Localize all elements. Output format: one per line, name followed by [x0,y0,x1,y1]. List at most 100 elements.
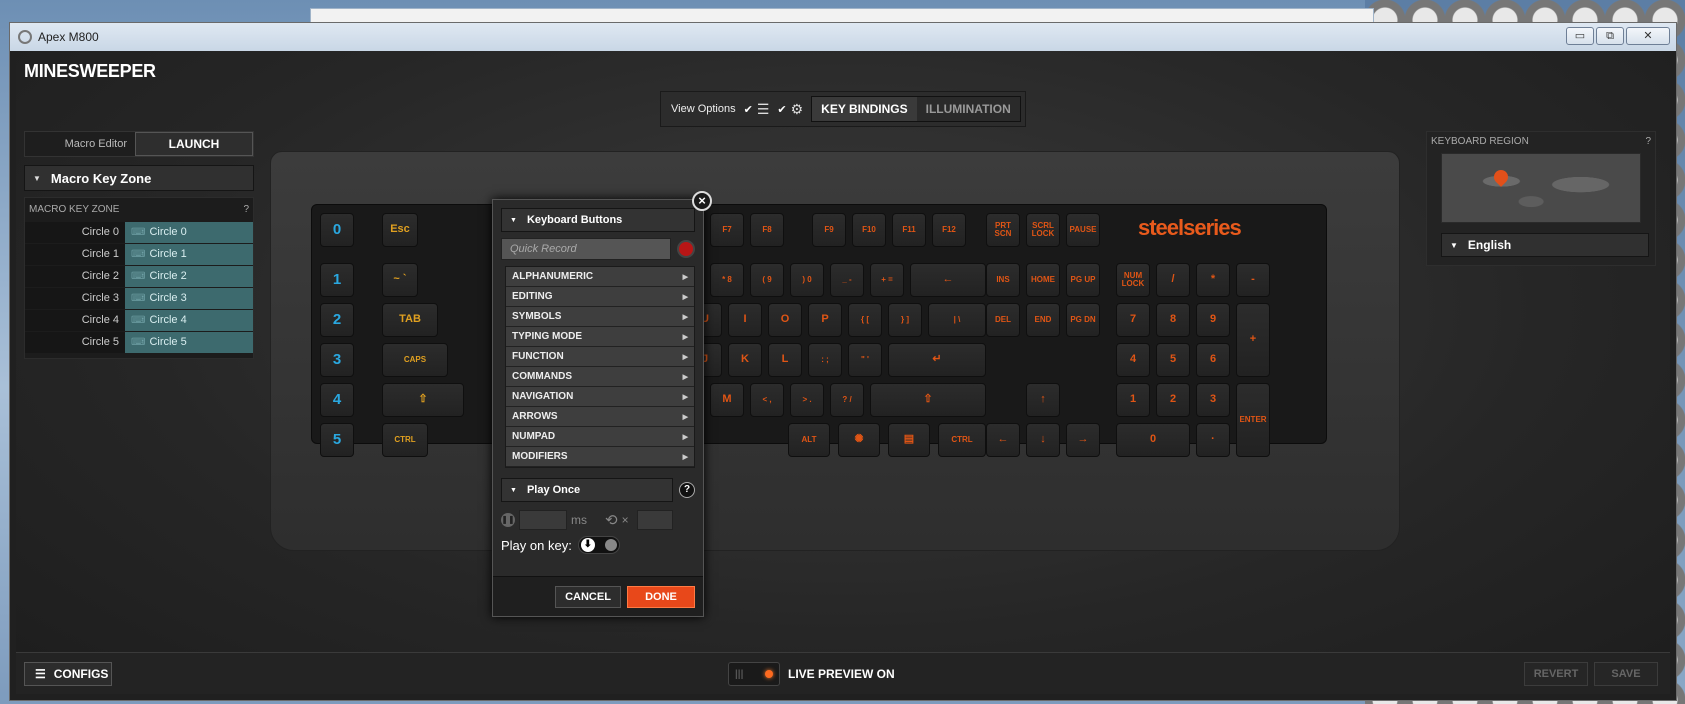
key-tilde[interactable]: ~ ` [382,263,418,297]
key-left[interactable]: ← [986,423,1020,457]
record-button[interactable] [677,240,695,258]
key-p[interactable]: P [808,303,842,337]
save-button[interactable]: SAVE [1594,662,1658,686]
key-backspace[interactable]: ← [910,263,986,297]
close-button[interactable]: ✕ [1626,27,1670,45]
key-o[interactable]: O [768,303,802,337]
world-map[interactable] [1441,153,1641,223]
macro-key-0[interactable]: 0 [320,213,354,247]
help-icon[interactable]: ? [679,482,695,498]
macro-key-4[interactable]: 4 [320,383,354,417]
key-9[interactable]: ( 9 [750,263,784,297]
category-item[interactable]: MODIFIERS ▶ [506,447,694,467]
gear-checkbox[interactable]: ✔ [777,103,786,116]
key-right-shift[interactable]: ⇧ [870,383,986,417]
key-f10[interactable]: F10 [852,213,886,247]
key-backslash[interactable]: | \ [928,303,986,337]
key-num-0[interactable]: 0 [1116,423,1190,457]
category-item[interactable]: COMMANDS ▶ [506,367,694,387]
done-button[interactable]: DONE [627,586,695,608]
category-item[interactable]: SYMBOLS ▶ [506,307,694,327]
quick-record-input[interactable]: Quick Record [501,238,671,260]
macro-row-value[interactable]: ⌨ Circle 3 [125,288,253,309]
key-pgup[interactable]: PG UP [1066,263,1100,297]
key-alt[interactable]: ALT [788,423,830,457]
key-num-enter[interactable]: ENTER [1236,383,1270,457]
key-i[interactable]: I [728,303,762,337]
macro-row-value[interactable]: ⌨ Circle 0 [125,222,253,243]
keyboard-buttons-dropdown[interactable]: ▼ Keyboard Buttons [501,208,695,232]
key-left-shift[interactable]: ⇧ [382,383,464,417]
key-down[interactable]: ↓ [1026,423,1060,457]
help-icon[interactable]: ? [1645,136,1651,147]
help-icon[interactable]: ? [243,204,249,215]
key-period[interactable]: > . [790,383,824,417]
macro-row-value[interactable]: ⌨ Circle 2 [125,266,253,287]
macro-key-1[interactable]: 1 [320,263,354,297]
configs-button[interactable]: ☰ CONFIGS [24,662,112,686]
zone-dropdown[interactable]: ▼ Macro Key Zone [24,165,254,191]
macro-key-2[interactable]: 2 [320,303,354,337]
key-quote[interactable]: " ' [848,343,882,377]
tab-illumination[interactable]: ILLUMINATION [916,97,1020,121]
macro-row-value[interactable]: ⌨ Circle 4 [125,310,253,331]
key-num-plus[interactable]: + [1236,303,1270,377]
key-8[interactable]: * 8 [710,263,744,297]
key-scrllock[interactable]: SCRL LOCK [1026,213,1060,247]
key-pgdn[interactable]: PG DN [1066,303,1100,337]
macro-key-3[interactable]: 3 [320,343,354,377]
key-ins[interactable]: INS [986,263,1020,297]
macro-key-5[interactable]: 5 [320,423,354,457]
key-del[interactable]: DEL [986,303,1020,337]
key-caps[interactable]: CAPS [382,343,448,377]
key-esc[interactable]: Esc [382,213,418,247]
category-item[interactable]: FUNCTION ▶ [506,347,694,367]
launch-button[interactable]: LAUNCH [135,132,253,156]
category-item[interactable]: NUMPAD ▶ [506,427,694,447]
key-num-6[interactable]: 6 [1196,343,1230,377]
key-numlock[interactable]: NUM LOCK [1116,263,1150,297]
key-right-ctrl[interactable]: CTRL [938,423,986,457]
minimize-button[interactable]: ▭ [1566,27,1594,45]
key-slash[interactable]: ? / [830,383,864,417]
delay-input[interactable] [519,510,567,530]
key-num-2[interactable]: 2 [1156,383,1190,417]
key-num-1[interactable]: 1 [1116,383,1150,417]
key-enter[interactable]: ↵ [888,343,986,377]
macro-row-value[interactable]: ⌨ Circle 5 [125,332,253,353]
key-f8[interactable]: F8 [750,213,784,247]
key-rbracket[interactable]: } ] [888,303,922,337]
key-num-9[interactable]: 9 [1196,303,1230,337]
key-semicolon[interactable]: : ; [808,343,842,377]
key-comma[interactable]: < , [750,383,784,417]
key-f12[interactable]: F12 [932,213,966,247]
repeat-count-input[interactable] [636,510,673,530]
category-item[interactable]: ALPHANUMERIC ▶ [506,267,694,287]
key-num-8[interactable]: 8 [1156,303,1190,337]
key-num-star[interactable]: * [1196,263,1230,297]
key-end[interactable]: END [1026,303,1060,337]
play-mode-dropdown[interactable]: ▼ Play Once [501,478,673,502]
key-menu[interactable]: ▤ [888,423,930,457]
key-0[interactable]: ) 0 [790,263,824,297]
key-up[interactable]: ↑ [1026,383,1060,417]
key-home[interactable]: HOME [1026,263,1060,297]
list-checkbox[interactable]: ✔ [744,103,753,116]
key-tab[interactable]: TAB [382,303,438,337]
play-on-key-toggle[interactable]: ⬇ [577,536,620,554]
category-item[interactable]: EDITING ▶ [506,287,694,307]
category-item[interactable]: ARROWS ▶ [506,407,694,427]
key-m[interactable]: M [710,383,744,417]
live-preview-toggle[interactable]: ||| [728,662,780,686]
key-num-4[interactable]: 4 [1116,343,1150,377]
key-prtscn[interactable]: PRT SCN [986,213,1020,247]
key-num-3[interactable]: 3 [1196,383,1230,417]
macro-row-value[interactable]: ⌨ Circle 1 [125,244,253,265]
revert-button[interactable]: REVERT [1524,662,1588,686]
key-f9[interactable]: F9 [812,213,846,247]
key-num-minus[interactable]: - [1236,263,1270,297]
key-f7[interactable]: F7 [710,213,744,247]
tab-key-bindings[interactable]: KEY BINDINGS [812,97,917,121]
key-pause[interactable]: PAUSE [1066,213,1100,247]
key-minus[interactable]: _ - [830,263,864,297]
